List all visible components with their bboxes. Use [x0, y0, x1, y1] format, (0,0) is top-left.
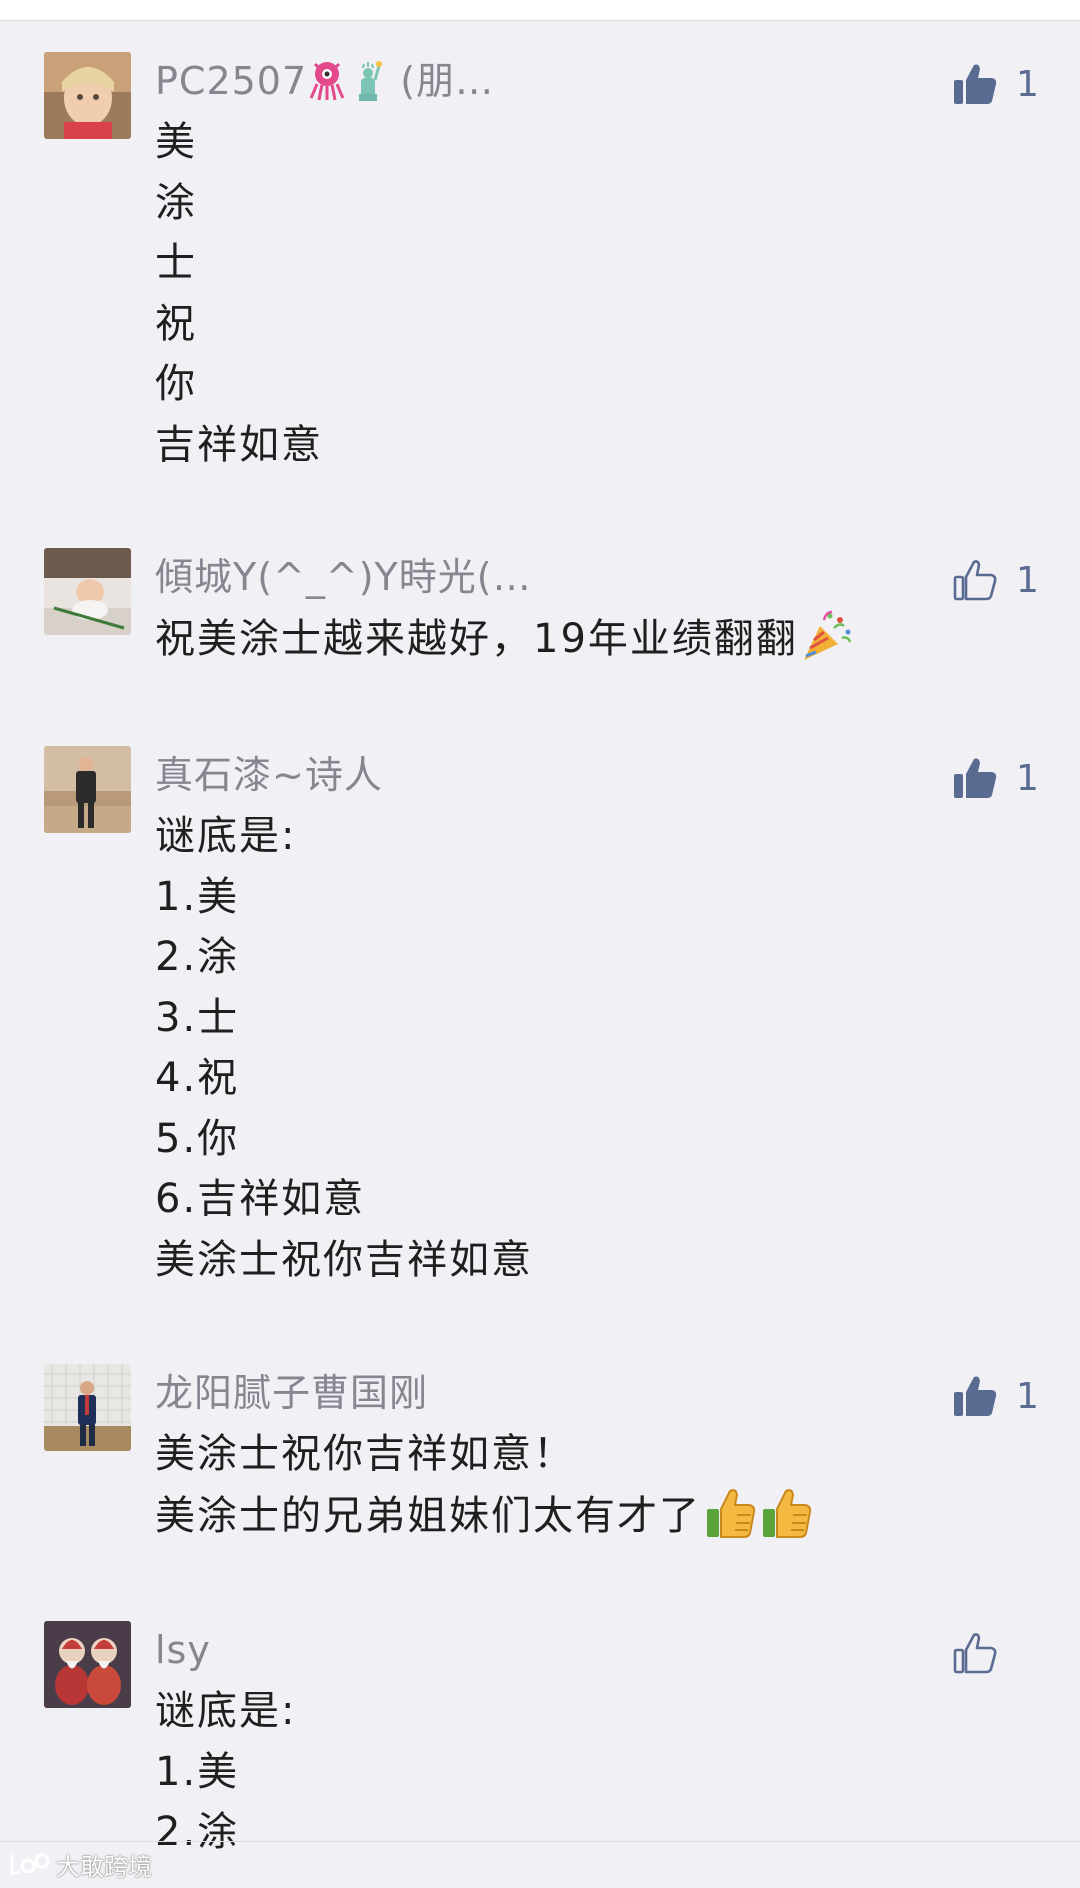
avatar[interactable]	[44, 746, 131, 833]
nickname[interactable]: 龙阳腻子曹国刚	[155, 1364, 428, 1422]
comment-body: 美涂士祝你吉祥如意！ 美涂士的兄弟姐妹们太有才了	[155, 1424, 813, 1545]
like-button[interactable]: 1	[952, 58, 1039, 110]
thumbs-up-filled-icon	[954, 758, 997, 798]
comment-line: 6.吉祥如意	[155, 1176, 366, 1222]
statue-of-liberty-icon	[359, 61, 383, 101]
thumbs-up-outline-icon	[953, 560, 997, 601]
nickname[interactable]: 傾城Y(^_^)Y時光(…	[155, 548, 532, 606]
watermark-text: 大敢跨境	[56, 1852, 152, 1881]
comment-body: 祝美涂士越来越好，19年业绩翻翻	[155, 608, 854, 669]
comment-line: 美涂士的兄弟姐妹们太有才了	[155, 1485, 813, 1546]
comment-line: 1.美	[155, 1748, 240, 1795]
comment-line: 祝	[155, 300, 197, 347]
comment-line: 涂	[155, 179, 197, 226]
thumbs-up-filled-icon	[954, 1376, 997, 1416]
comment-line: 1.美	[155, 873, 240, 920]
avatar[interactable]	[44, 548, 131, 635]
comment-line: 你	[155, 361, 197, 407]
like-count: 1	[1016, 559, 1039, 601]
top-bar	[0, 0, 1080, 21]
comment-body: 谜底是: 1.美 2.涂	[155, 1681, 296, 1863]
nickname-text: 真石漆~诗人	[155, 753, 383, 797]
comment-line: 士	[155, 240, 197, 286]
watermark-logo-icon	[10, 1853, 50, 1875]
comment-body: 美 涂 士 祝 你 吉祥如意	[155, 112, 323, 475]
watermark: 大敢跨境	[8, 1846, 152, 1882]
comment-line: 2.涂	[155, 1809, 240, 1855]
thumbs-up-outline-icon	[953, 1633, 997, 1674]
comment-line: 美	[155, 119, 197, 165]
avatar-image	[44, 746, 131, 833]
avatar[interactable]	[44, 1621, 131, 1708]
comment-line: 2.涂	[155, 934, 240, 980]
nickname-text: lsy	[155, 1628, 211, 1672]
nickname[interactable]: PC2507 (朋…	[155, 52, 494, 110]
comment-line: 谜底是:	[155, 813, 297, 859]
avatar[interactable]	[44, 52, 131, 139]
comment-body: 谜底是: 1.美 2.涂 3.士 4.祝 5.你 6.吉祥如意 美涂士祝你吉祥如…	[155, 806, 533, 1290]
comment-line: 祝美涂士越来越好，19年业绩翻翻	[155, 608, 854, 669]
nickname-suffix: (朋…	[400, 59, 495, 103]
like-button[interactable]	[952, 1627, 1034, 1679]
like-count: 1	[1016, 757, 1039, 799]
like-button[interactable]: 1	[952, 554, 1039, 606]
comment-line: 谜底是:	[155, 1688, 297, 1734]
nickname-text: PC2507	[155, 59, 308, 103]
thumbs-up-emoji	[763, 1488, 812, 1538]
divider	[0, 1841, 1080, 1842]
avatar-image	[44, 1364, 131, 1451]
thumbs-up-emoji	[707, 1488, 756, 1538]
comment-line-text: 美涂士的兄弟姐妹们太有才了	[155, 1492, 701, 1539]
comment-line: 3.士	[155, 994, 240, 1041]
comment-line: 美涂士祝你吉祥如意！	[155, 1431, 575, 1477]
thumbs-up-filled-icon	[954, 64, 997, 104]
octopus-icon	[309, 62, 345, 101]
nickname[interactable]: lsy	[155, 1621, 211, 1679]
like-button[interactable]: 1	[952, 1370, 1039, 1422]
avatar[interactable]	[44, 1364, 131, 1451]
like-button[interactable]: 1	[952, 752, 1039, 804]
nickname-text: 龙阳腻子曹国刚	[155, 1371, 429, 1415]
comment-line-text: 祝美涂士越来越好，19年业绩翻翻	[155, 616, 798, 662]
comment-line: 4.祝	[155, 1055, 240, 1101]
avatar-image	[44, 52, 131, 139]
comment-line: 美涂士祝你吉祥如意	[155, 1236, 533, 1283]
like-count: 1	[1016, 63, 1039, 105]
comment-line: 5.你	[155, 1115, 240, 1162]
party-popper-icon	[803, 610, 852, 660]
avatar-image	[44, 548, 131, 635]
nickname-text: 傾城Y(^_^)Y時光(…	[155, 555, 532, 599]
comment-line: 吉祥如意	[155, 421, 323, 468]
like-count: 1	[1016, 1375, 1039, 1417]
nickname[interactable]: 真石漆~诗人	[155, 746, 383, 804]
avatar-image	[44, 1621, 131, 1708]
